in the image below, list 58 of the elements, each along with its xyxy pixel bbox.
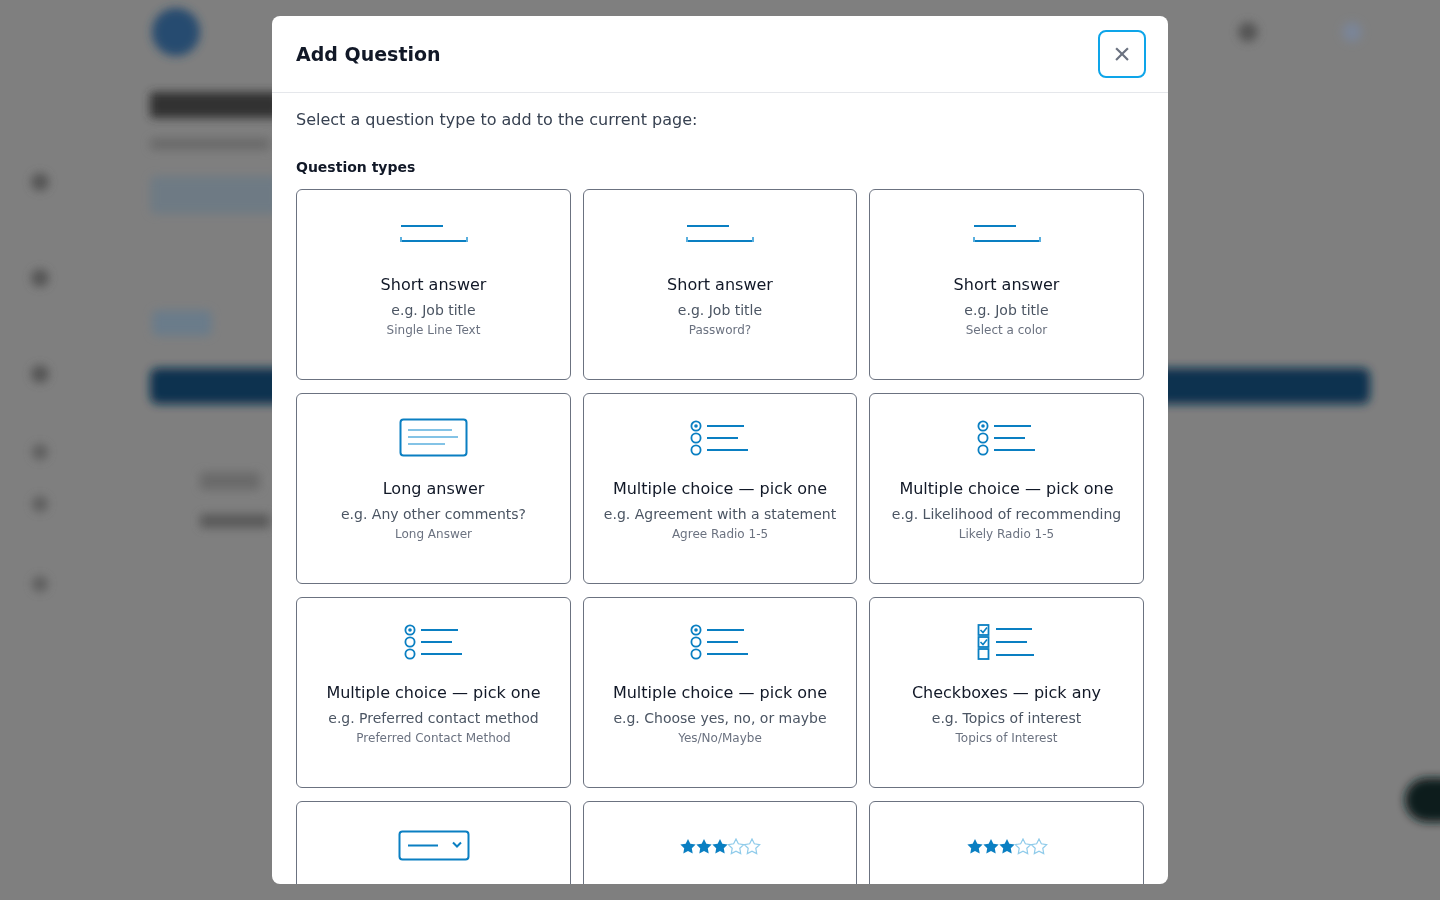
radio-list-icon <box>690 419 750 457</box>
card-subtitle: Preferred Contact Method <box>356 730 511 746</box>
card-example: e.g. Choose yes, no, or maybe <box>613 709 827 728</box>
card-title: Short answer <box>667 274 773 296</box>
star-rating-icon <box>965 837 1048 855</box>
card-subtitle: Agree Radio 1-5 <box>671 526 769 542</box>
checkbox-list-icon <box>976 623 1037 661</box>
star-rating-icon <box>679 837 761 855</box>
close-button[interactable]: × <box>1098 30 1146 78</box>
question-type-card[interactable]: Checkboxes — pick any e.g. Topics of interest Topics of Interest <box>869 597 1144 788</box>
card-title: Multiple choice — pick one <box>326 682 541 704</box>
card-subtitle: Yes/No/Maybe <box>678 730 762 746</box>
dialog-title: Add Question <box>296 41 441 67</box>
card-example: e.g. Topics of interest <box>931 709 1082 728</box>
card-example: e.g. Agreement with a statement <box>603 505 837 524</box>
short-answer-icon <box>686 224 754 244</box>
card-example: e.g. Likelihood of recommending <box>891 505 1122 524</box>
radio-list-icon <box>403 623 464 661</box>
card-example: e.g. Any other comments? <box>341 505 526 524</box>
card-title: Short answer <box>380 274 487 296</box>
card-example: e.g. Preferred contact method <box>328 709 539 728</box>
question-type-card[interactable]: Multiple choice — pick one e.g. Agreement with a statement Agree Radio 1-5 <box>583 393 857 584</box>
long-answer-icon <box>398 418 469 458</box>
blurred-sidebar-icon <box>31 365 49 383</box>
question-type-card[interactable]: Multiple choice — pick one e.g. Preferred contact method Preferred Contact Method <box>296 597 571 788</box>
card-subtitle: Password? <box>688 322 752 338</box>
card-example: e.g. Job title <box>391 301 476 320</box>
card-example: e.g. Job title <box>964 301 1049 320</box>
card-subtitle: Topics of Interest <box>955 730 1058 746</box>
card-title: Multiple choice — pick one <box>612 478 828 500</box>
card-subtitle: Likely Radio 1-5 <box>958 526 1055 542</box>
question-type-card[interactable]: Multiple choice — pick one e.g. Choose yes, no, or maybe Yes/No/Maybe <box>583 597 857 788</box>
question-type-card[interactable]: Short answer e.g. Job title Select a color <box>869 189 1144 380</box>
question-type-card[interactable]: Short answer e.g. Job title Single Line Text <box>296 189 571 380</box>
radio-list-icon <box>976 419 1037 457</box>
card-title: Multiple choice — pick one <box>899 478 1114 500</box>
short-answer-icon <box>399 224 468 244</box>
blurred-toolbar-icon <box>1238 22 1258 42</box>
short-answer-icon <box>972 224 1041 244</box>
card-title: Multiple choice — pick one <box>612 682 828 704</box>
blurred-sidebar-icon <box>31 269 49 287</box>
question-type-card[interactable]: Long answer e.g. Any other comments? Long Answer <box>296 393 571 584</box>
blurred-sidebar-icon <box>31 173 49 191</box>
intro-text: Select a question type to add to the current page: <box>296 110 699 130</box>
blurred-logo <box>152 8 200 56</box>
card-example: e.g. Job title <box>677 301 763 320</box>
card-title: Short answer <box>953 274 1060 296</box>
dropdown-icon <box>397 830 470 862</box>
card-subtitle: Long Answer <box>394 526 473 542</box>
question-type-card[interactable]: Multiple choice — pick one e.g. Likelihood of recommending Likely Radio 1-5 <box>869 393 1144 584</box>
radio-list-icon <box>690 623 750 661</box>
card-subtitle: Single Line Text <box>386 322 481 338</box>
card-title: Checkboxes — pick any <box>911 682 1102 704</box>
section-label: Question types <box>296 158 417 177</box>
card-subtitle: Select a color <box>965 322 1048 338</box>
blurred-page-text <box>200 514 270 528</box>
card-title: Long answer <box>382 478 485 500</box>
question-type-card[interactable]: Short answer e.g. Job title Password? <box>583 189 857 380</box>
